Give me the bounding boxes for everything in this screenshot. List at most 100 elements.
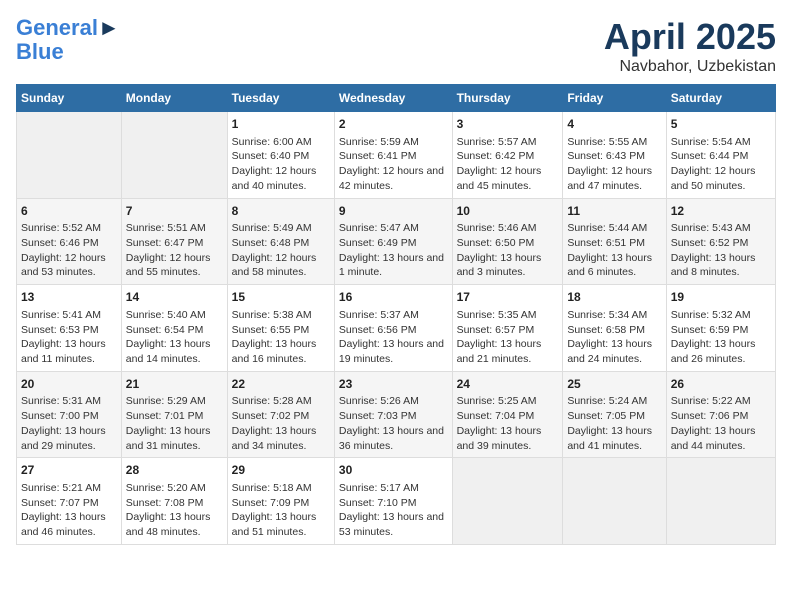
day-number: 29: [232, 462, 330, 479]
cell-content: Sunrise: 5:59 AMSunset: 6:41 PMDaylight:…: [339, 135, 448, 194]
calendar-cell: [563, 458, 666, 545]
header-monday: Monday: [121, 85, 227, 112]
logo-general: General: [16, 15, 98, 40]
cell-content: Sunrise: 5:54 AMSunset: 6:44 PMDaylight:…: [671, 135, 771, 194]
cell-content: Sunrise: 5:28 AMSunset: 7:02 PMDaylight:…: [232, 394, 330, 453]
calendar-cell: 15 Sunrise: 5:38 AMSunset: 6:55 PMDayligh…: [227, 285, 334, 372]
calendar-cell: 21Sunrise: 5:29 AMSunset: 7:01 PMDayligh…: [121, 371, 227, 458]
day-number: 4: [567, 116, 661, 133]
calendar-cell: 23Sunrise: 5:26 AMSunset: 7:03 PMDayligh…: [334, 371, 452, 458]
cell-content: Sunrise: 5:25 AMSunset: 7:04 PMDaylight:…: [457, 394, 559, 453]
calendar-cell: 28Sunrise: 5:20 AMSunset: 7:08 PMDayligh…: [121, 458, 227, 545]
calendar-cell: 24Sunrise: 5:25 AMSunset: 7:04 PMDayligh…: [452, 371, 563, 458]
calendar-cell: 19Sunrise: 5:32 AMSunset: 6:59 PMDayligh…: [666, 285, 775, 372]
calendar-cell: 8Sunrise: 5:49 AMSunset: 6:48 PMDaylight…: [227, 198, 334, 285]
cell-content: Sunrise: 5:44 AMSunset: 6:51 PMDaylight:…: [567, 221, 661, 280]
calendar-cell: 12Sunrise: 5:43 AMSunset: 6:52 PMDayligh…: [666, 198, 775, 285]
day-number: 8: [232, 203, 330, 220]
calendar-cell: [121, 112, 227, 199]
cell-content: Sunrise: 5:22 AMSunset: 7:06 PMDaylight:…: [671, 394, 771, 453]
page-header: General► Blue April 2025 Navbahor, Uzbek…: [16, 16, 776, 76]
cell-content: Sunrise: 5:17 AMSunset: 7:10 PMDaylight:…: [339, 481, 448, 540]
day-number: 11: [567, 203, 661, 220]
day-number: 3: [457, 116, 559, 133]
day-number: 14: [126, 289, 223, 306]
calendar-cell: 26Sunrise: 5:22 AMSunset: 7:06 PMDayligh…: [666, 371, 775, 458]
cell-content: Sunrise: 5:34 AMSunset: 6:58 PMDaylight:…: [567, 308, 661, 367]
cell-content: Sunrise: 5:31 AMSunset: 7:00 PMDaylight:…: [21, 394, 117, 453]
cell-content: Sunrise: 5:37 AMSunset: 6:56 PMDaylight:…: [339, 308, 448, 367]
day-number: 5: [671, 116, 771, 133]
header-saturday: Saturday: [666, 85, 775, 112]
calendar-cell: 3 Sunrise: 5:57 AMSunset: 6:42 PMDaylight…: [452, 112, 563, 199]
calendar-cell: 16 Sunrise: 5:37 AMSunset: 6:56 PMDayligh…: [334, 285, 452, 372]
calendar-cell: 4Sunrise: 5:55 AMSunset: 6:43 PMDaylight…: [563, 112, 666, 199]
cell-content: Sunrise: 5:18 AMSunset: 7:09 PMDaylight:…: [232, 481, 330, 540]
day-number: 19: [671, 289, 771, 306]
header-tuesday: Tuesday: [227, 85, 334, 112]
calendar-week-5: 27 Sunrise: 5:21 AMSunset: 7:07 PMDayligh…: [17, 458, 776, 545]
day-number: 12: [671, 203, 771, 220]
day-number: 2: [339, 116, 448, 133]
day-number: 25: [567, 376, 661, 393]
calendar-header-row: Sunday Monday Tuesday Wednesday Thursday…: [17, 85, 776, 112]
calendar-cell: 2 Sunrise: 5:59 AMSunset: 6:41 PMDaylight…: [334, 112, 452, 199]
day-number: 30: [339, 462, 448, 479]
calendar-cell: [452, 458, 563, 545]
cell-content: Sunrise: 6:00 AMSunset: 6:40 PMDaylight:…: [232, 135, 330, 194]
header-sunday: Sunday: [17, 85, 122, 112]
calendar-cell: 20Sunrise: 5:31 AMSunset: 7:00 PMDayligh…: [17, 371, 122, 458]
day-number: 23: [339, 376, 448, 393]
cell-content: Sunrise: 5:51 AMSunset: 6:47 PMDaylight:…: [126, 221, 223, 280]
cell-content: Sunrise: 5:46 AMSunset: 6:50 PMDaylight:…: [457, 221, 559, 280]
calendar-cell: 25Sunrise: 5:24 AMSunset: 7:05 PMDayligh…: [563, 371, 666, 458]
header-friday: Friday: [563, 85, 666, 112]
day-number: 6: [21, 203, 117, 220]
day-number: 7: [126, 203, 223, 220]
header-wednesday: Wednesday: [334, 85, 452, 112]
calendar-cell: [666, 458, 775, 545]
day-number: 13: [21, 289, 117, 306]
day-number: 28: [126, 462, 223, 479]
calendar-cell: 5 Sunrise: 5:54 AMSunset: 6:44 PMDaylight…: [666, 112, 775, 199]
day-number: 20: [21, 376, 117, 393]
calendar-week-2: 6Sunrise: 5:52 AMSunset: 6:46 PMDaylight…: [17, 198, 776, 285]
calendar-cell: 18Sunrise: 5:34 AMSunset: 6:58 PMDayligh…: [563, 285, 666, 372]
logo-blue: Blue: [16, 39, 64, 64]
calendar-cell: 27 Sunrise: 5:21 AMSunset: 7:07 PMDayligh…: [17, 458, 122, 545]
calendar-cell: 17Sunrise: 5:35 AMSunset: 6:57 PMDayligh…: [452, 285, 563, 372]
calendar-cell: 6Sunrise: 5:52 AMSunset: 6:46 PMDaylight…: [17, 198, 122, 285]
calendar-week-1: 1Sunrise: 6:00 AMSunset: 6:40 PMDaylight…: [17, 112, 776, 199]
cell-content: Sunrise: 5:43 AMSunset: 6:52 PMDaylight:…: [671, 221, 771, 280]
cell-content: Sunrise: 5:21 AMSunset: 7:07 PMDaylight:…: [21, 481, 117, 540]
calendar-cell: 9Sunrise: 5:47 AMSunset: 6:49 PMDaylight…: [334, 198, 452, 285]
calendar-title: April 2025: [604, 16, 776, 58]
cell-content: Sunrise: 5:26 AMSunset: 7:03 PMDaylight:…: [339, 394, 448, 453]
cell-content: Sunrise: 5:29 AMSunset: 7:01 PMDaylight:…: [126, 394, 223, 453]
calendar-cell: 30 Sunrise: 5:17 AMSunset: 7:10 PMDayligh…: [334, 458, 452, 545]
calendar-cell: [17, 112, 122, 199]
title-area: April 2025 Navbahor, Uzbekistan: [604, 16, 776, 76]
cell-content: Sunrise: 5:40 AMSunset: 6:54 PMDaylight:…: [126, 308, 223, 367]
logo: General► Blue: [16, 16, 120, 64]
calendar-cell: 14 Sunrise: 5:40 AMSunset: 6:54 PMDayligh…: [121, 285, 227, 372]
calendar-table: Sunday Monday Tuesday Wednesday Thursday…: [16, 84, 776, 545]
logo-text: General► Blue: [16, 16, 120, 64]
day-number: 27: [21, 462, 117, 479]
cell-content: Sunrise: 5:47 AMSunset: 6:49 PMDaylight:…: [339, 221, 448, 280]
day-number: 22: [232, 376, 330, 393]
cell-content: Sunrise: 5:57 AMSunset: 6:42 PMDaylight:…: [457, 135, 559, 194]
calendar-week-4: 20Sunrise: 5:31 AMSunset: 7:00 PMDayligh…: [17, 371, 776, 458]
calendar-cell: 7Sunrise: 5:51 AMSunset: 6:47 PMDaylight…: [121, 198, 227, 285]
calendar-cell: 29 Sunrise: 5:18 AMSunset: 7:09 PMDayligh…: [227, 458, 334, 545]
day-number: 21: [126, 376, 223, 393]
day-number: 15: [232, 289, 330, 306]
cell-content: Sunrise: 5:24 AMSunset: 7:05 PMDaylight:…: [567, 394, 661, 453]
cell-content: Sunrise: 5:35 AMSunset: 6:57 PMDaylight:…: [457, 308, 559, 367]
cell-content: Sunrise: 5:41 AMSunset: 6:53 PMDaylight:…: [21, 308, 117, 367]
day-number: 16: [339, 289, 448, 306]
calendar-cell: 22Sunrise: 5:28 AMSunset: 7:02 PMDayligh…: [227, 371, 334, 458]
cell-content: Sunrise: 5:52 AMSunset: 6:46 PMDaylight:…: [21, 221, 117, 280]
day-number: 10: [457, 203, 559, 220]
cell-content: Sunrise: 5:38 AMSunset: 6:55 PMDaylight:…: [232, 308, 330, 367]
